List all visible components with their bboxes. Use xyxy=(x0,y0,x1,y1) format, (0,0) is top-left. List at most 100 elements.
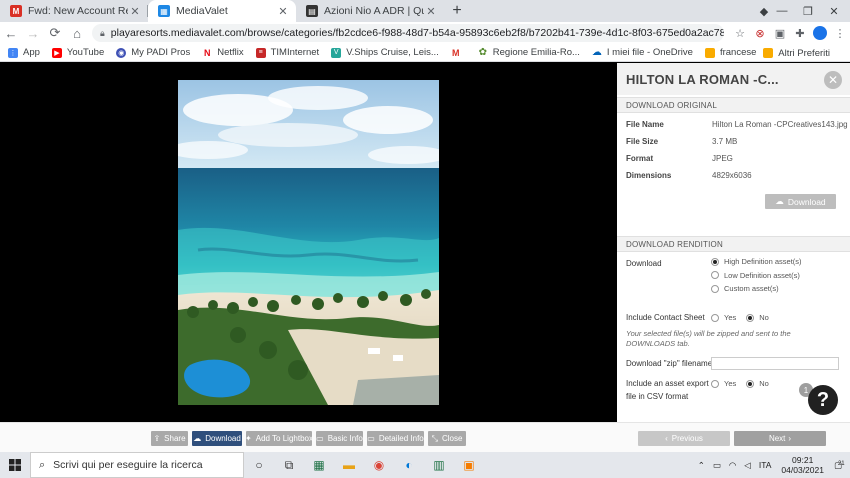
close-window-icon[interactable]: ✕ xyxy=(822,0,846,22)
menu-kebab-icon[interactable]: ⋮ xyxy=(830,22,850,44)
next-button[interactable]: Next › xyxy=(734,431,826,446)
radio-contact-sheet-no[interactable] xyxy=(746,313,755,322)
bookmark-onedrive[interactable]: ☁ I miei file - OneDrive xyxy=(591,47,693,58)
asset-preview-image xyxy=(178,80,439,405)
radio-custom[interactable] xyxy=(711,284,719,293)
chevron-up-icon[interactable]: ⌃ xyxy=(698,460,705,471)
export-yes[interactable]: Yes xyxy=(711,377,736,391)
back-icon[interactable]: ← xyxy=(0,22,22,44)
cart-extension-icon[interactable]: ⊗ xyxy=(750,22,770,44)
detailed-info-button[interactable]: ▭ Detailed Info xyxy=(367,431,424,446)
bookmark-netflix[interactable]: N Netflix xyxy=(202,47,244,58)
battery-icon[interactable]: ▭ xyxy=(713,460,721,471)
chrome-icon[interactable]: ◉ xyxy=(364,452,394,478)
bookmark-francese[interactable]: francese xyxy=(704,47,756,58)
download-panel: HILTON LA ROMAN -C... ✕ DOWNLOAD ORIGINA… xyxy=(617,63,850,422)
question-mark-icon: ? xyxy=(816,388,830,411)
excel-icon[interactable]: ▥ xyxy=(424,452,454,478)
radio-high-definition[interactable] xyxy=(711,257,719,266)
task-view-icon[interactable]: ⧉ xyxy=(274,452,304,478)
folder-icon xyxy=(763,48,774,58)
clock[interactable]: 09:21 04/03/2021 xyxy=(781,455,824,475)
dimensions-row: Dimensions 4829x6036 xyxy=(626,171,752,180)
bookmark-other[interactable]: Altri Preferiti xyxy=(763,44,830,62)
tab-title: Azioni Nio A ADR | Quotazione N xyxy=(324,5,424,17)
download-original-header: DOWNLOAD ORIGINAL xyxy=(617,97,850,113)
bookmark-app[interactable]: ⋮ App xyxy=(8,47,40,58)
option-low-definition[interactable]: Low Definition asset(s) xyxy=(711,269,802,283)
file-explorer-icon[interactable]: ▬ xyxy=(334,452,364,478)
wifi-icon[interactable]: ◠ xyxy=(729,460,736,471)
apps-grid-icon: ⋮ xyxy=(8,47,18,58)
cortana-icon[interactable]: ○ xyxy=(244,452,274,478)
bookmarks-bar: ⋮ App ▶ YouTube ◉ My PADI Pros N Netflix ≡ TI… xyxy=(0,44,850,62)
new-tab-button[interactable]: + xyxy=(444,0,470,22)
tab-gmail[interactable]: M Fwd: New Account Request - ma ✕ xyxy=(0,0,148,22)
search-icon: ⌕ xyxy=(39,458,46,471)
download-original-button[interactable]: ☁ Download xyxy=(765,194,836,209)
chevron-right-icon: › xyxy=(788,434,792,443)
taskbar-search[interactable]: ⌕ Scrivi qui per eseguire la ricerca xyxy=(30,452,244,478)
bookmark-youtube[interactable]: ▶ YouTube xyxy=(51,47,104,58)
add-to-lightbox-button[interactable]: ✦ Add To Lightbox xyxy=(245,431,313,446)
extension-icon[interactable]: ▣ xyxy=(770,22,790,44)
close-panel-button[interactable]: ✕ xyxy=(824,71,842,89)
avatar[interactable] xyxy=(810,22,830,44)
forward-icon[interactable]: → xyxy=(22,22,44,44)
url-text: playaresorts.mediavalet.com/browse/categ… xyxy=(110,27,724,39)
option-custom[interactable]: Custom asset(s) xyxy=(711,282,802,296)
cloud-download-icon: ☁ xyxy=(775,196,784,206)
radio-export-yes[interactable] xyxy=(711,379,719,388)
zip-filename-input[interactable] xyxy=(711,357,839,370)
cloud-download-icon: ☁ xyxy=(193,434,202,443)
close-viewer-button[interactable]: ⤡ Close xyxy=(428,431,466,446)
file-name-row: File Name Hilton La Roman -CPCreatives143… xyxy=(626,120,848,129)
close-tab-icon[interactable]: ✕ xyxy=(128,5,142,18)
media-app-icon[interactable]: ▣ xyxy=(454,452,484,478)
spreadsheet-app-icon[interactable]: ▦ xyxy=(304,452,334,478)
option-high-definition[interactable]: High Definition asset(s) xyxy=(711,255,802,269)
maximize-icon[interactable]: ❐ xyxy=(796,0,820,22)
contact-sheet-yes[interactable]: Yes xyxy=(711,311,736,325)
start-button[interactable] xyxy=(0,452,30,478)
tab-title: Fwd: New Account Request - ma xyxy=(28,5,128,17)
rendition-label: Download xyxy=(626,259,662,268)
bookmark-gmail[interactable]: M xyxy=(450,47,466,58)
bookmark-vships[interactable]: V V.Ships Cruise, Leis... xyxy=(331,47,439,58)
notifications-icon[interactable]: ▢ 21 xyxy=(834,460,845,471)
previous-button[interactable]: ‹ Previous xyxy=(638,431,730,446)
contact-sheet-no[interactable]: No xyxy=(746,311,769,325)
minimize-icon[interactable]: — xyxy=(770,0,794,22)
address-bar[interactable]: 🔒︎ playaresorts.mediavalet.com/browse/ca… xyxy=(92,24,724,42)
export-no[interactable]: No xyxy=(746,377,769,391)
language-indicator[interactable]: ITA xyxy=(759,460,772,470)
tab-finance[interactable]: ▤ Azioni Nio A ADR | Quotazione N ✕ xyxy=(296,0,444,22)
share-button[interactable]: ⇪ Share xyxy=(151,431,188,446)
bookmark-tim[interactable]: ≡ TIMInternet xyxy=(255,47,319,58)
home-icon[interactable]: ⌂ xyxy=(66,22,88,44)
bookmark-padi[interactable]: ◉ My PADI Pros xyxy=(116,47,190,58)
system-tray: ⌃ ▭ ◠ ◁ ITA 09:21 04/03/2021 ▢ 21 xyxy=(694,452,850,478)
radio-contact-sheet-yes[interactable] xyxy=(711,313,719,322)
contact-sheet-label: Include Contact Sheet xyxy=(626,313,705,322)
notification-count: 21 xyxy=(837,460,845,467)
basic-info-button[interactable]: ▭ Basic Info xyxy=(316,431,363,446)
volume-icon[interactable]: ◁ xyxy=(744,460,751,471)
edge-icon[interactable]: ◐ xyxy=(394,452,424,478)
close-tab-icon[interactable]: ✕ xyxy=(276,5,290,18)
image-viewer xyxy=(0,63,617,422)
radio-low-definition[interactable] xyxy=(711,271,719,280)
radio-export-no[interactable] xyxy=(746,379,755,388)
tab-mediavalet[interactable]: ▦ MediaValet ✕ xyxy=(148,0,296,22)
bookmark-star-icon[interactable]: ☆ xyxy=(730,22,750,44)
lightbulb-icon: ✦ xyxy=(245,434,252,443)
close-tab-icon[interactable]: ✕ xyxy=(424,5,438,18)
zip-filename-label: Download "zip" filename xyxy=(626,359,713,368)
bookmark-regione[interactable]: ✿ Regione Emilia-Ro... xyxy=(477,47,580,58)
puzzle-icon[interactable]: ✚ xyxy=(790,22,810,44)
download-button[interactable]: ☁ Download xyxy=(192,431,242,446)
reload-icon[interactable]: ⟳ xyxy=(44,22,66,44)
youtube-icon: ▶ xyxy=(51,47,62,58)
help-button[interactable]: ? xyxy=(808,385,838,415)
gmail-icon: M xyxy=(450,47,461,58)
